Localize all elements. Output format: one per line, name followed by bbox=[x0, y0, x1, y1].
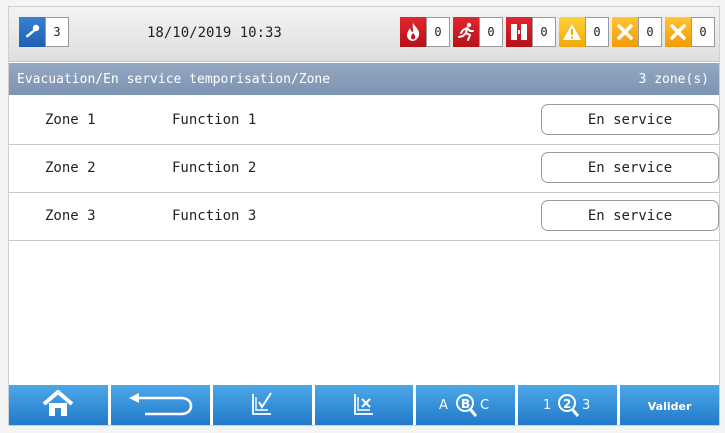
warning-indicator[interactable]: 0 bbox=[559, 17, 609, 47]
list-item[interactable]: Zone 1 Function 1 En service bbox=[9, 97, 719, 145]
fault-cross-icon bbox=[612, 17, 638, 47]
zone-count: 3 zone(s) bbox=[638, 72, 709, 87]
key-icon bbox=[19, 17, 45, 47]
fault-indicator[interactable]: 0 bbox=[612, 17, 662, 47]
evacuation-count: 0 bbox=[479, 17, 503, 47]
abc-letter-a: A bbox=[439, 398, 448, 413]
num-digit-3: 3 bbox=[582, 398, 590, 413]
status-bar: 3 18/10/2019 10:33 0 0 0 0 0 0 bbox=[9, 7, 719, 62]
search-numeric-icon: 1 2 3 bbox=[533, 389, 603, 423]
fire-door-count: 0 bbox=[532, 17, 556, 47]
disablement-count: 0 bbox=[691, 17, 715, 47]
disablement-cross-icon bbox=[665, 17, 691, 47]
disablement-indicator[interactable]: 0 bbox=[665, 17, 715, 47]
warning-count: 0 bbox=[585, 17, 609, 47]
fire-door-icon bbox=[506, 17, 532, 47]
search-alphabetical-button[interactable]: A B C bbox=[416, 385, 516, 425]
zone-status-button[interactable]: En service bbox=[541, 152, 719, 183]
list-item[interactable]: Zone 2 Function 2 En service bbox=[9, 145, 719, 193]
zone-name: Zone 1 bbox=[45, 112, 96, 128]
zone-name: Zone 3 bbox=[45, 208, 96, 224]
search-alphabetical-icon: A B C bbox=[431, 389, 501, 423]
num-digit-1: 1 bbox=[543, 398, 551, 413]
fire-indicator[interactable]: 0 bbox=[400, 17, 450, 47]
access-level-count: 3 bbox=[45, 17, 69, 47]
fault-count: 0 bbox=[638, 17, 662, 47]
fire-icon bbox=[400, 17, 426, 47]
fire-count: 0 bbox=[426, 17, 450, 47]
zone-list: Zone 1 Function 1 En service Zone 2 Func… bbox=[9, 97, 719, 241]
select-all-button[interactable] bbox=[212, 385, 312, 425]
abc-letter-b: B bbox=[461, 397, 470, 411]
select-check-icon bbox=[249, 390, 275, 422]
validate-label: Valider bbox=[647, 399, 692, 413]
back-arrow-icon bbox=[125, 391, 195, 421]
evacuation-running-man-icon bbox=[453, 17, 479, 47]
home-icon bbox=[41, 389, 75, 423]
zone-status-button[interactable]: En service bbox=[541, 200, 719, 231]
zone-name: Zone 2 bbox=[45, 160, 96, 176]
list-item[interactable]: Zone 3 Function 3 En service bbox=[9, 193, 719, 241]
date-time: 18/10/2019 10:33 bbox=[147, 25, 282, 41]
validate-button[interactable]: Valider bbox=[620, 385, 719, 425]
deselect-cross-icon bbox=[351, 390, 377, 422]
search-numeric-button[interactable]: 1 2 3 bbox=[518, 385, 618, 425]
num-digit-2: 2 bbox=[563, 397, 571, 411]
zone-function: Function 1 bbox=[172, 112, 257, 128]
fire-door-indicator[interactable]: 0 bbox=[506, 17, 556, 47]
alarm-indicators: 0 0 0 0 0 0 bbox=[400, 17, 715, 47]
home-button[interactable] bbox=[9, 385, 108, 425]
warning-triangle-icon bbox=[559, 17, 585, 47]
panel-screen: 3 18/10/2019 10:33 0 0 0 0 0 0 Evacuatio… bbox=[8, 6, 720, 426]
abc-letter-c: C bbox=[480, 398, 489, 413]
zone-status-button[interactable]: En service bbox=[541, 104, 719, 135]
zone-function: Function 2 bbox=[172, 160, 257, 176]
zone-function: Function 3 bbox=[172, 208, 257, 224]
breadcrumb-bar: Evacuation/En service temporisation/Zone… bbox=[9, 63, 719, 95]
bottom-toolbar: A B C 1 2 3 Valider bbox=[9, 385, 719, 425]
back-button[interactable] bbox=[110, 385, 210, 425]
access-level-indicator[interactable]: 3 bbox=[19, 17, 69, 47]
evacuation-indicator[interactable]: 0 bbox=[453, 17, 503, 47]
breadcrumb: Evacuation/En service temporisation/Zone bbox=[17, 72, 331, 87]
deselect-all-button[interactable] bbox=[314, 385, 414, 425]
